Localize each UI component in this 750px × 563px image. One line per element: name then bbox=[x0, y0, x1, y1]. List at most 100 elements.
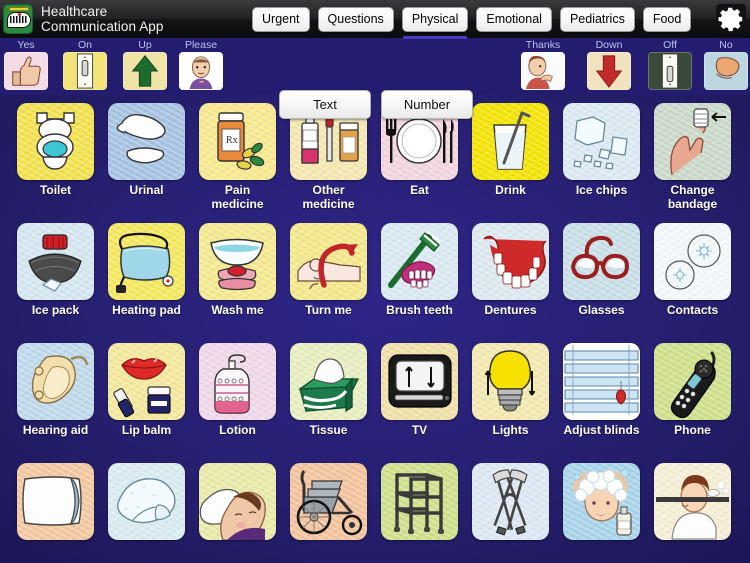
app-title-line2: Communication App bbox=[41, 19, 164, 34]
grid-cell-shampoo-hair-wash[interactable] bbox=[556, 463, 647, 544]
grid-cell-crutches[interactable] bbox=[465, 463, 556, 544]
grid-cell-turn-me[interactable]: Turn me bbox=[283, 223, 374, 318]
up-arrow-icon bbox=[123, 52, 167, 90]
crutches-icon bbox=[472, 463, 549, 540]
window-blinds-icon bbox=[563, 343, 640, 420]
grid-label-glasses: Glasses bbox=[578, 303, 625, 317]
settings-button[interactable] bbox=[716, 4, 746, 34]
grid-label-contacts: Contacts bbox=[666, 303, 719, 317]
tab-food[interactable]: Food bbox=[642, 6, 692, 32]
grid-cell-hearing-aid[interactable]: Hearing aid bbox=[10, 343, 101, 438]
quick-access-bar: Yes On Up Please Text Number Thanks Down… bbox=[0, 38, 750, 119]
grid-cell-pillow[interactable] bbox=[10, 463, 101, 544]
grid-cell-adjust-blinds[interactable]: Adjust blinds bbox=[556, 343, 647, 438]
grid-cell-tv[interactable]: TV bbox=[374, 343, 465, 438]
shave-mirror-icon bbox=[654, 463, 731, 540]
turn-patient-icon bbox=[290, 223, 367, 300]
ice-cubes-icon bbox=[563, 103, 640, 180]
wash-basin-icon bbox=[199, 223, 276, 300]
grid-label-wash-me: Wash me bbox=[211, 303, 264, 317]
grid-cell-wheelchair[interactable] bbox=[283, 463, 374, 544]
grid-cell-glasses[interactable]: Glasses bbox=[556, 223, 647, 318]
gear-icon bbox=[718, 7, 743, 32]
quick-label-yes: Yes bbox=[17, 39, 35, 51]
tab-urgent[interactable]: Urgent bbox=[252, 6, 310, 32]
please-sign-icon bbox=[179, 52, 223, 90]
tab-physical[interactable]: Physical bbox=[401, 6, 469, 39]
grid-cell-tissue[interactable]: Tissue bbox=[283, 343, 374, 438]
grid-label-turn-me: Turn me bbox=[305, 303, 352, 317]
wheelchair-icon bbox=[290, 463, 367, 540]
quick-label-on: On bbox=[77, 39, 92, 51]
quick-item-up[interactable]: Up bbox=[121, 40, 169, 90]
grid-cell-lotion[interactable]: Lotion bbox=[192, 343, 283, 438]
ice-pack-icon bbox=[17, 223, 94, 300]
grid-label-other-medicine: Other medicine bbox=[302, 183, 355, 211]
grid-cell-blanket[interactable] bbox=[101, 463, 192, 544]
quick-item-on[interactable]: On bbox=[61, 40, 109, 90]
urinal-icon bbox=[108, 103, 185, 180]
number-button-label: Number bbox=[403, 97, 451, 112]
quick-label-please: Please bbox=[184, 39, 218, 51]
cordless-phone-icon bbox=[654, 343, 731, 420]
down-arrow-icon bbox=[587, 52, 631, 90]
text-button[interactable]: Text bbox=[279, 90, 371, 119]
svg-text:Rx: Rx bbox=[226, 135, 238, 146]
pillow-icon bbox=[17, 463, 94, 540]
quick-label-up: Up bbox=[138, 39, 152, 51]
quick-item-thanks[interactable]: Thanks bbox=[519, 40, 567, 90]
grid-cell-heating-pad[interactable]: Heating pad bbox=[101, 223, 192, 318]
quick-item-off[interactable]: Off bbox=[646, 40, 694, 90]
grid-cell-lip-balm[interactable]: Lip balm bbox=[101, 343, 192, 438]
grid-cell-sleeping-patient[interactable] bbox=[192, 463, 283, 544]
grid-label-eat: Eat bbox=[410, 183, 429, 197]
grid-label-brush-teeth: Brush teeth bbox=[386, 303, 453, 317]
grid-cell-ice-chips[interactable]: Ice chips bbox=[556, 103, 647, 198]
walker-icon bbox=[381, 463, 458, 540]
quick-label-off: Off bbox=[663, 39, 677, 51]
grid-cell-wash-me[interactable]: Wash me bbox=[192, 223, 283, 318]
blanket-icon bbox=[108, 463, 185, 540]
grid-label-pain-medicine: Pain medicine bbox=[211, 183, 264, 211]
grid-cell-shave-mirror[interactable] bbox=[647, 463, 738, 544]
grid-cell-brush-teeth[interactable]: Brush teeth bbox=[374, 223, 465, 318]
symbol-grid: Toilet Urinal Rx Pain medicine Other med… bbox=[0, 95, 750, 563]
lotion-bottle-icon bbox=[199, 343, 276, 420]
sleeping-patient-icon bbox=[199, 463, 276, 540]
hearing-aid-icon bbox=[17, 343, 94, 420]
tab-emotional[interactable]: Emotional bbox=[476, 6, 552, 32]
grid-cell-other-medicine[interactable]: Other medicine bbox=[283, 103, 374, 211]
light-switch-off-icon bbox=[648, 52, 692, 90]
number-button[interactable]: Number bbox=[381, 90, 473, 119]
thumbs-down-icon bbox=[704, 52, 748, 90]
grid-label-ice-chips: Ice chips bbox=[575, 183, 628, 197]
thumbs-up-icon bbox=[4, 52, 48, 90]
grid-cell-urinal[interactable]: Urinal bbox=[101, 103, 192, 198]
thank-you-sign-icon bbox=[521, 52, 565, 90]
quick-label-no: No bbox=[719, 39, 733, 51]
grid-cell-toilet[interactable]: Toilet bbox=[10, 103, 101, 198]
grid-cell-phone[interactable]: Phone bbox=[647, 343, 738, 438]
tab-questions[interactable]: Questions bbox=[317, 6, 394, 32]
grid-cell-change-bandage[interactable]: Change bandage bbox=[647, 103, 738, 211]
eyeglasses-icon bbox=[563, 223, 640, 300]
toilet-icon bbox=[17, 103, 94, 180]
grid-cell-drink[interactable]: Drink bbox=[465, 103, 556, 198]
grid-cell-contacts[interactable]: Contacts bbox=[647, 223, 738, 318]
grid-cell-lights[interactable]: Lights bbox=[465, 343, 556, 438]
grid-cell-dentures[interactable]: Dentures bbox=[465, 223, 556, 318]
tab-pediatrics[interactable]: Pediatrics bbox=[559, 6, 635, 32]
grid-cell-pain-medicine[interactable]: Rx Pain medicine bbox=[192, 103, 283, 211]
quick-label-down: Down bbox=[595, 39, 623, 51]
quick-item-down[interactable]: Down bbox=[585, 40, 633, 90]
grid-label-tv: TV bbox=[411, 423, 428, 437]
quick-item-yes[interactable]: Yes bbox=[2, 40, 50, 90]
grid-cell-walker[interactable] bbox=[374, 463, 465, 544]
grid-label-change-bandage: Change bandage bbox=[667, 183, 718, 211]
tissue-box-icon bbox=[290, 343, 367, 420]
quick-item-no[interactable]: No bbox=[702, 40, 750, 90]
grid-cell-ice-pack[interactable]: Ice pack bbox=[10, 223, 101, 318]
grid-label-hearing-aid: Hearing aid bbox=[22, 423, 89, 437]
quick-item-please[interactable]: Please bbox=[177, 40, 225, 90]
toothbrush-icon bbox=[381, 223, 458, 300]
